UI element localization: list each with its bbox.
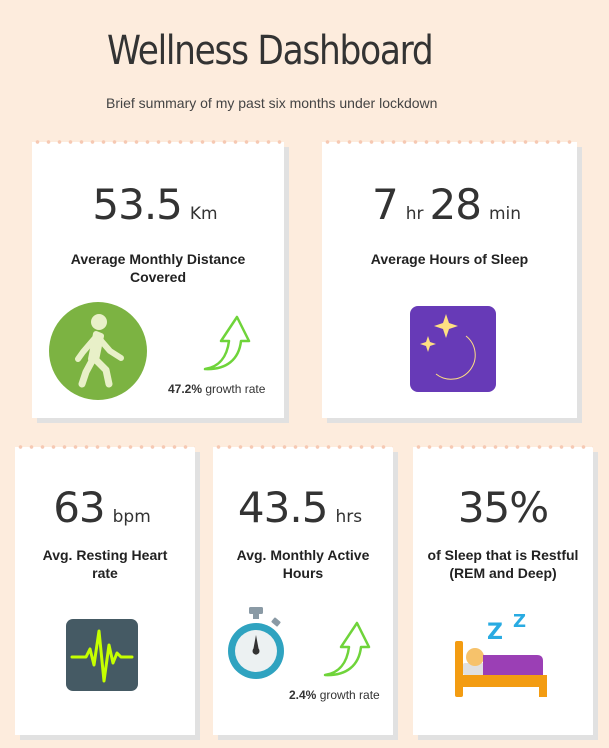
distance-label: Average Monthly Distance Covered [70, 251, 246, 285]
card-perforation [322, 139, 577, 145]
sleep-minutes-unit: min [488, 204, 521, 224]
restful-label: of Sleep that is Restful (REM and Deep) [427, 547, 579, 581]
sleeping-in-bed-icon: Z Z [455, 611, 547, 697]
heart-metric: 63 bpm [15, 483, 195, 532]
heart-rate-card: 63 bpm Avg. Resting Heart rate [15, 444, 195, 735]
heart-label: Avg. Resting Heart rate [42, 547, 168, 581]
page-subtitle: Brief summary of my past six months unde… [106, 95, 438, 111]
sleep-hours-unit: hr [405, 204, 424, 224]
heart-unit: bpm [112, 507, 151, 527]
active-growth-value: 2.4% [289, 688, 317, 702]
growth-arrow-icon [203, 315, 251, 371]
page-title: Wellness Dashboard [107, 28, 434, 74]
distance-metric: 53.5 Km [32, 180, 284, 229]
sleep-label: Average Hours of Sleep [370, 251, 529, 267]
active-metric: 43.5 hrs [213, 483, 393, 532]
sleep-hours-value: 7 [371, 180, 399, 229]
walking-person-icon [49, 302, 147, 400]
card-perforation [32, 139, 284, 145]
growth-arrow-icon [323, 621, 371, 677]
stopwatch-icon [228, 607, 284, 679]
active-unit: hrs [335, 507, 363, 527]
distance-growth: 47.2% growth rate [168, 382, 265, 396]
distance-growth-text: growth rate [205, 382, 266, 396]
restful-sleep-card: 35% of Sleep that is Restful (REM and De… [413, 444, 593, 735]
active-growth: 2.4% growth rate [289, 688, 380, 702]
svg-text:Z: Z [487, 620, 503, 645]
restful-metric: 35% [413, 483, 593, 532]
sleep-metric: 7 hr 28 min [322, 180, 577, 229]
distance-growth-value: 47.2% [168, 382, 203, 396]
active-label: Avg. Monthly Active Hours [236, 547, 370, 581]
svg-text:Z: Z [513, 611, 526, 632]
card-perforation [213, 444, 393, 450]
moon-stars-icon [410, 306, 496, 392]
distance-unit: Km [189, 204, 218, 224]
active-value: 43.5 [237, 483, 329, 532]
sleep-card: 7 hr 28 min Average Hours of Sleep [322, 139, 577, 418]
restful-value: 35% [457, 483, 549, 532]
active-growth-text: growth rate [319, 688, 380, 702]
distance-card: 53.5 Km Average Monthly Distance Covered … [32, 139, 284, 418]
card-perforation [15, 444, 195, 450]
card-perforation [413, 444, 593, 450]
distance-value: 53.5 [92, 180, 183, 229]
heartbeat-monitor-icon [66, 619, 138, 691]
heart-value: 63 [53, 483, 105, 532]
active-hours-card: 43.5 hrs Avg. Monthly Active Hours 2.4% g… [213, 444, 393, 735]
sleep-minutes-value: 28 [429, 180, 481, 229]
